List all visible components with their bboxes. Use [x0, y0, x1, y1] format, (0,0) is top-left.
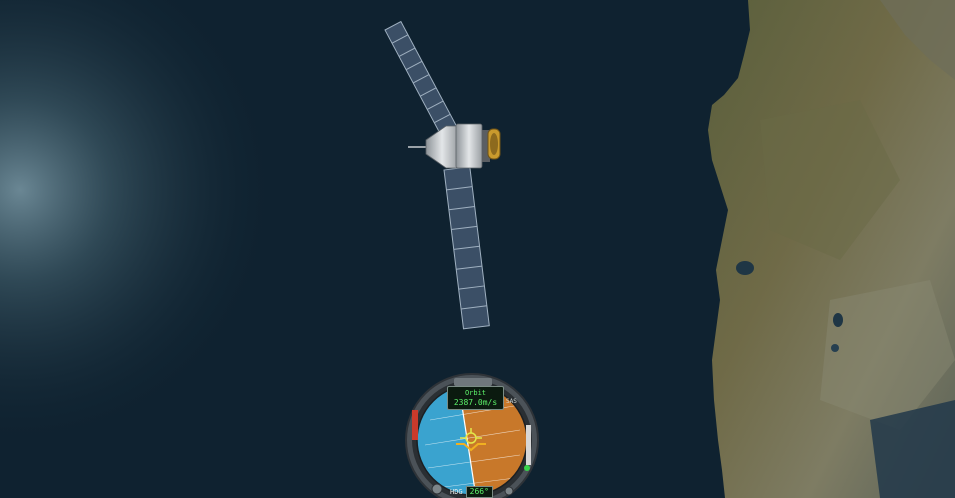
- status-light-icon: [524, 465, 530, 471]
- game-viewport[interactable]: [0, 0, 955, 498]
- planet-surface: [708, 0, 955, 498]
- speed-value: 2387.0m/s: [453, 398, 498, 407]
- stage-lock-icon[interactable]: [431, 483, 443, 495]
- rcs-toggle-icon[interactable]: [504, 486, 514, 496]
- gee-gauge: [526, 425, 531, 465]
- navball-top-bracket: [454, 378, 492, 386]
- speed-mode-label[interactable]: Orbit: [448, 388, 503, 398]
- speed-display[interactable]: Orbit 2387.0m/s: [447, 386, 504, 410]
- throttle-gauge[interactable]: [412, 410, 418, 440]
